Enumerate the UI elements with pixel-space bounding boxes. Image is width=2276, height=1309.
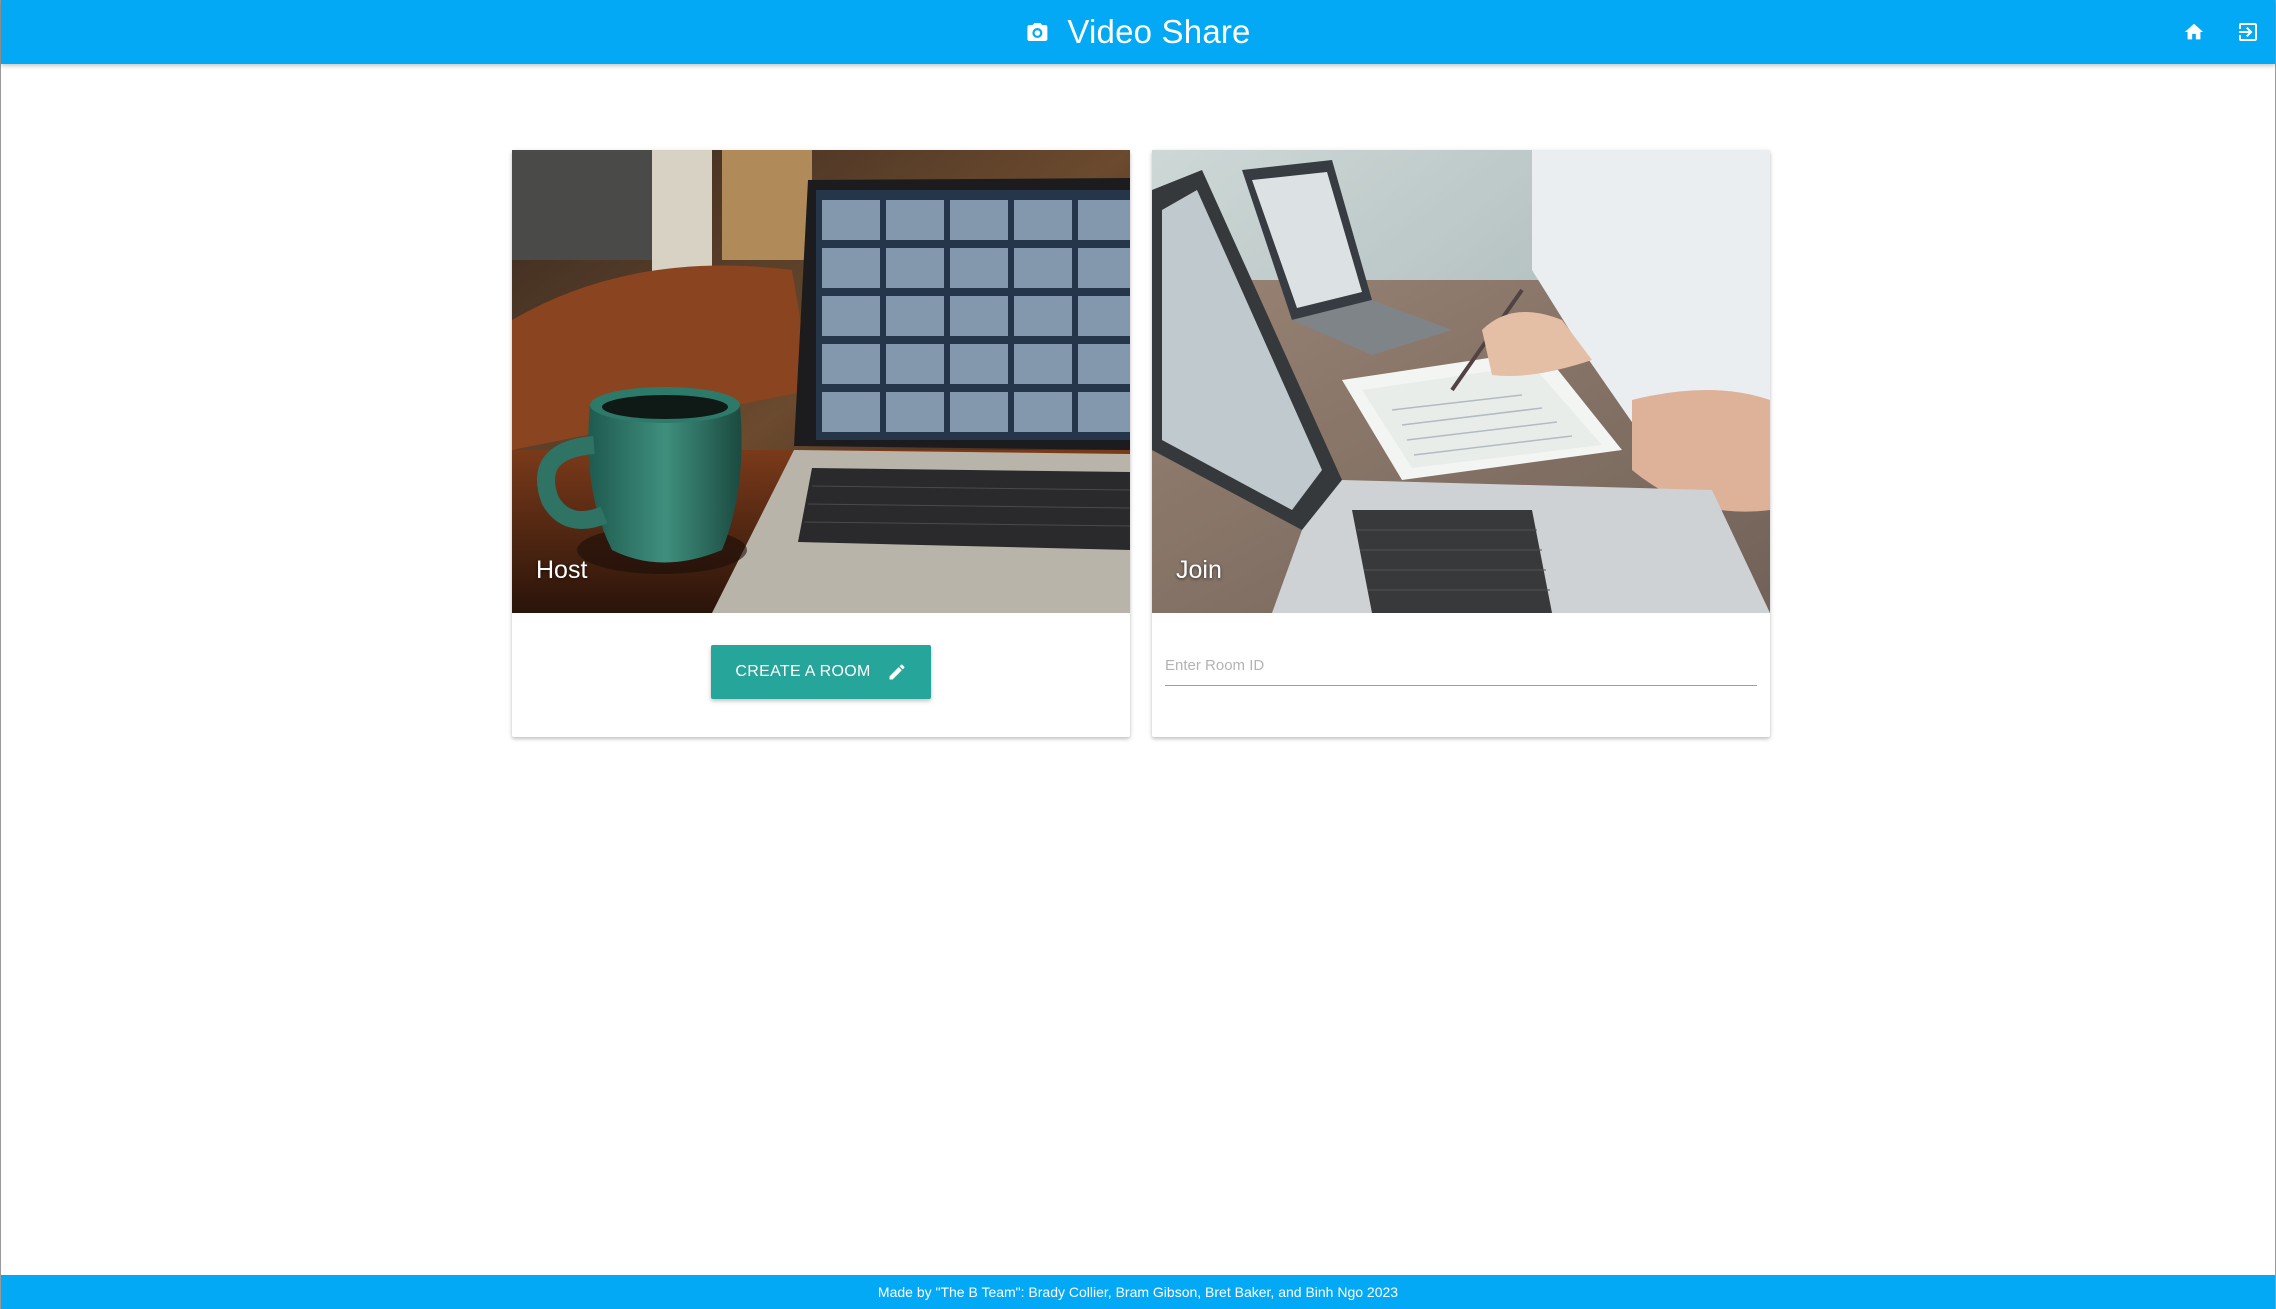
app-title: Video Share [1067, 13, 1251, 50]
home-button[interactable] [2181, 19, 2207, 45]
laptop-video-call-photo [512, 150, 1130, 613]
join-card-image: Join [1152, 150, 1770, 613]
join-card-title: Join [1176, 556, 1222, 584]
page: Video Share Host CREATE A ROOM Join Ente… [0, 0, 2276, 1309]
pencil-icon [889, 664, 905, 680]
cards-container: Host CREATE A ROOM Join Enter Room ID [512, 150, 1770, 737]
host-card-title: Host [536, 556, 588, 584]
brand[interactable]: Video Share [1025, 0, 1250, 64]
create-room-label: CREATE A ROOM [735, 663, 871, 680]
nav-actions [2181, 0, 2261, 64]
host-card-content: CREATE A ROOM [512, 613, 1130, 731]
logout-button[interactable] [2235, 19, 2261, 45]
people-working-laptops-photo [1152, 150, 1770, 613]
camera-icon [1027, 23, 1048, 41]
host-card: Host CREATE A ROOM [512, 150, 1130, 737]
home-icon [2184, 23, 2204, 40]
join-card: Join [1152, 150, 1770, 737]
create-room-button[interactable]: CREATE A ROOM [711, 645, 931, 699]
host-card-image: Host [512, 150, 1130, 613]
footer-credits: Made by "The B Team": Brady Collier, Bra… [877, 1284, 1399, 1300]
logout-icon [2239, 23, 2257, 41]
app-footer: Made by "The B Team": Brady Collier, Bra… [1, 1275, 2275, 1309]
join-card-content [1152, 613, 1770, 737]
room-id-input[interactable] [1165, 645, 1757, 686]
app-header: Video Share [1, 0, 2275, 64]
